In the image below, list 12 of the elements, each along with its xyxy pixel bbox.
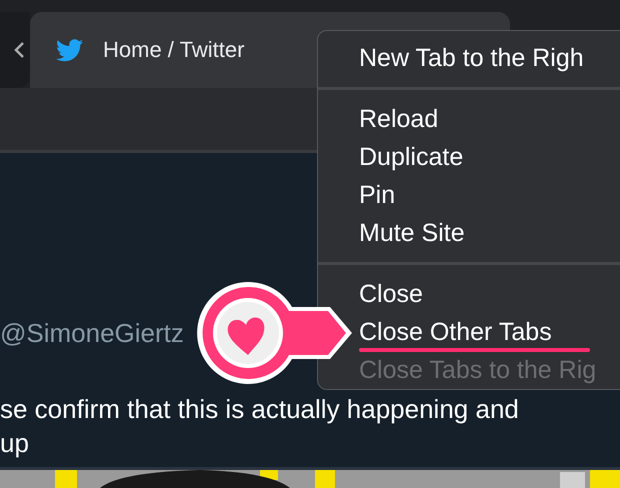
bird-icon	[56, 38, 83, 62]
tweet-text: se confirm that this is actually happening and	[0, 393, 519, 426]
menu-item[interactable]: Mute Site	[356, 214, 620, 252]
menu-item[interactable]: Duplicate	[356, 138, 620, 176]
menu-item[interactable]: Close	[356, 275, 620, 313]
menu-item[interactable]: Close Other Tabs	[356, 313, 620, 351]
heart-marker-icon	[196, 279, 353, 387]
menu-item[interactable]: Reload	[356, 100, 620, 138]
tweet-handle[interactable]: @SimoneGiertz	[0, 318, 184, 348]
menu-item[interactable]: Pin	[356, 176, 620, 214]
tab-title: Home / Twitter	[103, 37, 244, 63]
tweet-text: up	[0, 427, 29, 460]
